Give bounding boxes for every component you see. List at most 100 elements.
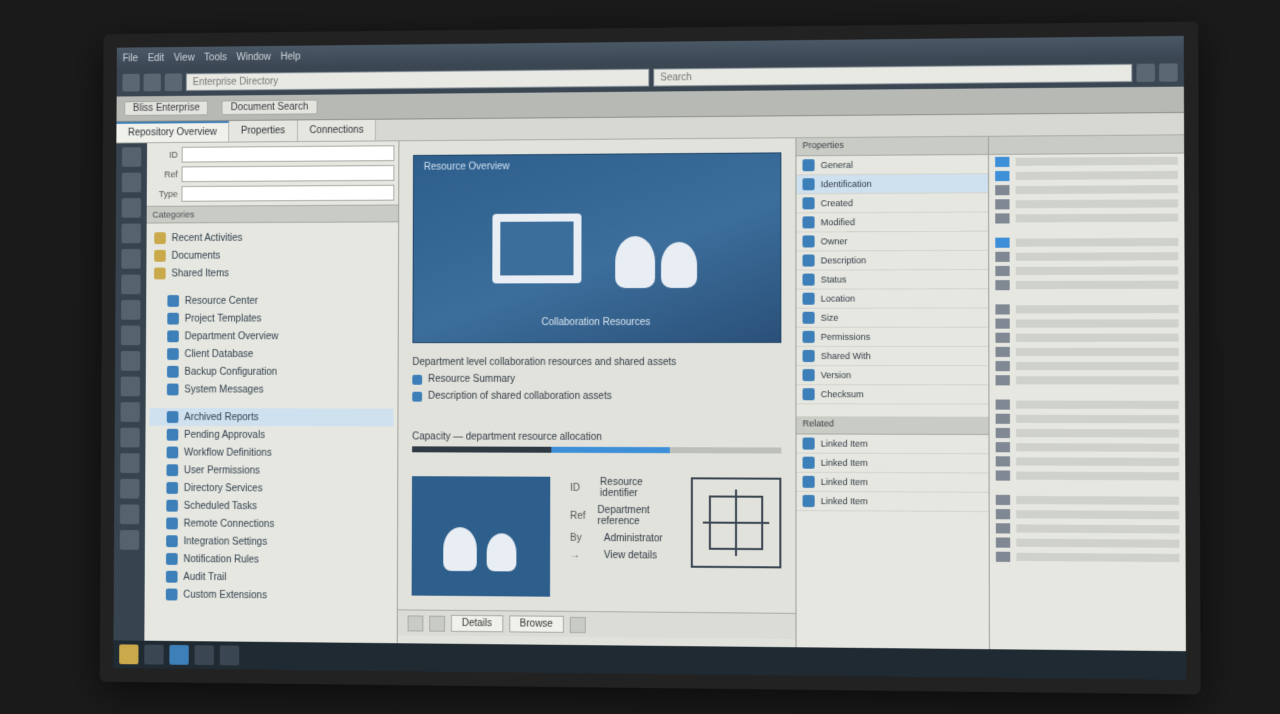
- search-input[interactable]: [653, 64, 1132, 87]
- rail-star-icon[interactable]: [120, 479, 139, 499]
- nav-item[interactable]: Backup Configuration: [150, 363, 394, 381]
- filter-type-input[interactable]: [181, 185, 394, 202]
- list-item[interactable]: [989, 302, 1184, 317]
- property-row[interactable]: Modified: [796, 212, 988, 232]
- nav-item[interactable]: Scheduled Tasks: [149, 497, 393, 516]
- nav-item[interactable]: Archived Reports: [149, 408, 393, 426]
- rail-link-icon[interactable]: [121, 326, 140, 346]
- list-item[interactable]: [989, 235, 1184, 250]
- list-item[interactable]: [989, 412, 1185, 427]
- tab-properties[interactable]: Properties: [229, 120, 298, 141]
- property-row[interactable]: Status: [796, 270, 988, 290]
- property-row[interactable]: Checksum: [796, 385, 988, 404]
- list-item[interactable]: [989, 182, 1184, 197]
- list-item[interactable]: [990, 468, 1186, 483]
- menu-edit[interactable]: Edit: [148, 53, 165, 64]
- nav-item[interactable]: Shared Items: [150, 264, 394, 282]
- list-item[interactable]: [990, 440, 1186, 455]
- nav-item[interactable]: Audit Trail: [149, 568, 394, 588]
- nav-item[interactable]: Resource Center: [150, 292, 394, 310]
- list-item[interactable]: [989, 263, 1184, 278]
- nav-item[interactable]: User Permissions: [149, 461, 393, 480]
- menu-file[interactable]: File: [123, 53, 139, 64]
- menu-view[interactable]: View: [174, 52, 195, 63]
- rail-clock-icon[interactable]: [121, 351, 140, 371]
- list-item[interactable]: [989, 373, 1185, 387]
- list-item[interactable]: [989, 249, 1184, 264]
- nav-item[interactable]: Directory Services: [149, 479, 393, 498]
- property-row[interactable]: Created: [796, 193, 988, 213]
- related-row[interactable]: Linked Item: [796, 454, 988, 474]
- menu-window[interactable]: Window: [236, 51, 270, 62]
- nav-item[interactable]: Workflow Definitions: [149, 444, 393, 463]
- list-item[interactable]: [989, 278, 1184, 293]
- property-row[interactable]: General: [796, 155, 988, 175]
- nav-item[interactable]: Custom Extensions: [148, 585, 393, 605]
- menu-tools[interactable]: Tools: [204, 52, 227, 63]
- nav-item[interactable]: Pending Approvals: [149, 426, 393, 444]
- nav-item[interactable]: Recent Activities: [150, 228, 394, 247]
- browse-button[interactable]: Browse: [509, 615, 564, 633]
- rail-search-icon[interactable]: [122, 198, 141, 218]
- related-row[interactable]: Linked Item: [796, 434, 988, 454]
- rail-flag-icon[interactable]: [120, 453, 139, 473]
- property-row[interactable]: Shared With: [796, 347, 988, 366]
- nav-item[interactable]: Project Templates: [150, 309, 394, 327]
- task-icon[interactable]: [220, 645, 240, 665]
- list-item[interactable]: [990, 493, 1186, 508]
- rail-trash-icon[interactable]: [120, 504, 139, 524]
- list-item[interactable]: [990, 507, 1186, 522]
- list-item[interactable]: [989, 154, 1184, 169]
- view-mode-icon[interactable]: [408, 615, 424, 631]
- list-item[interactable]: [990, 454, 1186, 469]
- meta-val[interactable]: View details: [604, 550, 657, 561]
- list-item[interactable]: [989, 359, 1185, 373]
- tab-overview[interactable]: Repository Overview: [116, 121, 229, 142]
- nav-item[interactable]: Documents: [150, 246, 394, 265]
- related-row[interactable]: Linked Item: [796, 473, 988, 493]
- nav-item[interactable]: Notification Rules: [149, 550, 393, 570]
- rail-users-icon[interactable]: [122, 224, 141, 244]
- list-item[interactable]: [989, 196, 1184, 211]
- list-item[interactable]: [989, 168, 1184, 183]
- rail-gear-icon[interactable]: [121, 300, 140, 320]
- user-icon[interactable]: [1136, 64, 1155, 82]
- view-mode-icon[interactable]: [429, 615, 445, 631]
- property-row[interactable]: Owner: [796, 232, 988, 252]
- nav-item[interactable]: Department Overview: [150, 327, 394, 345]
- filter-ref-input[interactable]: [182, 165, 395, 182]
- rail-db-icon[interactable]: [121, 275, 140, 295]
- task-icon[interactable]: [169, 645, 188, 665]
- list-item[interactable]: [990, 535, 1186, 551]
- nav-item[interactable]: Remote Connections: [149, 514, 393, 533]
- rail-plus-icon[interactable]: [120, 530, 139, 550]
- rail-mail-icon[interactable]: [121, 377, 140, 397]
- related-row[interactable]: Linked Item: [796, 492, 988, 512]
- list-item[interactable]: [989, 210, 1184, 225]
- details-button[interactable]: Details: [451, 615, 503, 632]
- nav-item[interactable]: System Messages: [150, 381, 394, 399]
- list-item[interactable]: [990, 550, 1186, 566]
- refresh-icon[interactable]: [165, 73, 182, 91]
- list-item[interactable]: [989, 397, 1185, 412]
- start-icon[interactable]: [119, 644, 138, 664]
- property-row[interactable]: Identification: [796, 174, 988, 194]
- task-icon[interactable]: [195, 645, 214, 665]
- tab-connections[interactable]: Connections: [298, 120, 377, 141]
- rail-home-icon[interactable]: [122, 147, 141, 167]
- address-input[interactable]: [186, 69, 649, 91]
- task-icon[interactable]: [144, 645, 163, 665]
- rail-chart-icon[interactable]: [121, 249, 140, 269]
- list-item[interactable]: [989, 345, 1185, 359]
- property-row[interactable]: Version: [796, 366, 988, 385]
- rail-lock-icon[interactable]: [120, 428, 139, 448]
- property-row[interactable]: Description: [796, 251, 988, 271]
- rail-print-icon[interactable]: [121, 402, 140, 422]
- list-item[interactable]: [990, 521, 1186, 536]
- property-row[interactable]: Size: [796, 308, 988, 327]
- settings-icon[interactable]: [1159, 63, 1178, 81]
- back-icon[interactable]: [122, 74, 139, 92]
- schema-card[interactable]: [691, 477, 782, 568]
- list-item[interactable]: [989, 316, 1184, 330]
- rail-folder-icon[interactable]: [122, 173, 141, 193]
